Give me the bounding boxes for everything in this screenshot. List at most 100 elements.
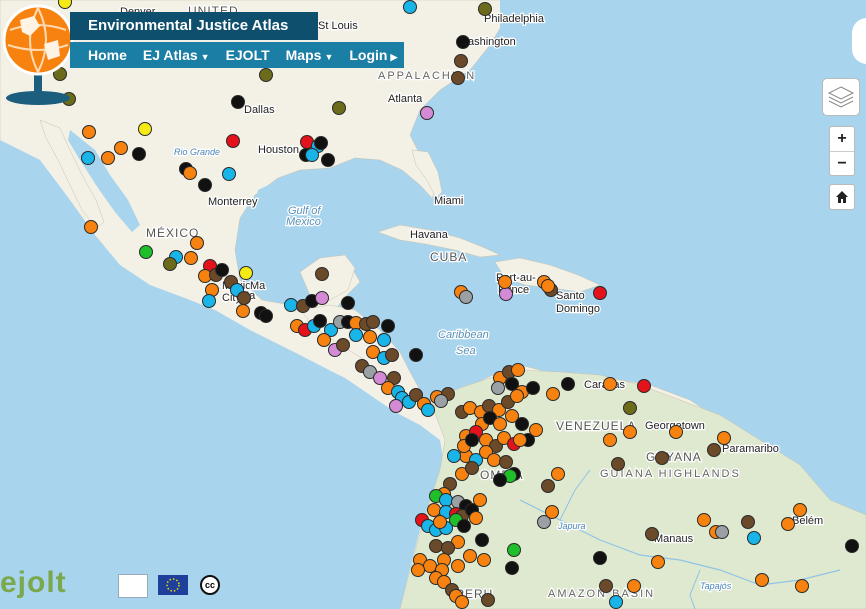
nav-ejolt[interactable]: EJOLT — [218, 47, 278, 63]
conflict-marker[interactable] — [545, 505, 559, 519]
conflict-marker[interactable] — [741, 515, 755, 529]
conflict-marker[interactable] — [313, 314, 327, 328]
conflict-marker[interactable] — [507, 543, 521, 557]
conflict-marker[interactable] — [237, 291, 251, 305]
conflict-marker[interactable] — [510, 389, 524, 403]
conflict-marker[interactable] — [403, 0, 417, 14]
map[interactable]: UNITEDDenverSt LouisPhiladelphiaWashingt… — [0, 0, 866, 609]
conflict-marker[interactable] — [697, 513, 711, 527]
conflict-marker[interactable] — [651, 555, 665, 569]
conflict-marker[interactable] — [114, 141, 128, 155]
conflict-marker[interactable] — [198, 178, 212, 192]
conflict-marker[interactable] — [469, 511, 483, 525]
conflict-marker[interactable] — [202, 294, 216, 308]
conflict-marker[interactable] — [451, 559, 465, 573]
conflict-marker[interactable] — [259, 309, 273, 323]
conflict-marker[interactable] — [465, 433, 479, 447]
conflict-marker[interactable] — [793, 503, 807, 517]
conflict-marker[interactable] — [284, 298, 298, 312]
conflict-marker[interactable] — [84, 220, 98, 234]
conflict-marker[interactable] — [669, 425, 683, 439]
conflict-marker[interactable] — [366, 315, 380, 329]
conflict-marker[interactable] — [82, 125, 96, 139]
conflict-marker[interactable] — [463, 549, 477, 563]
home-button[interactable] — [829, 184, 855, 210]
conflict-marker[interactable] — [611, 457, 625, 471]
conflict-marker[interactable] — [473, 493, 487, 507]
ej-atlas-logo[interactable] — [0, 0, 80, 108]
conflict-marker[interactable] — [459, 290, 473, 304]
conflict-marker[interactable] — [493, 417, 507, 431]
conflict-marker[interactable] — [81, 151, 95, 165]
conflict-marker[interactable] — [511, 363, 525, 377]
conflict-marker[interactable] — [593, 286, 607, 300]
conflict-marker[interactable] — [132, 147, 146, 161]
conflict-marker[interactable] — [429, 539, 443, 553]
conflict-marker[interactable] — [336, 338, 350, 352]
conflict-marker[interactable] — [747, 531, 761, 545]
conflict-marker[interactable] — [781, 517, 795, 531]
conflict-marker[interactable] — [465, 461, 479, 475]
conflict-marker[interactable] — [505, 561, 519, 575]
nav-ej-atlas[interactable]: EJ Atlas ▼ — [135, 47, 218, 63]
conflict-marker[interactable] — [163, 257, 177, 271]
conflict-marker[interactable] — [526, 381, 540, 395]
conflict-marker[interactable] — [420, 106, 434, 120]
conflict-marker[interactable] — [457, 519, 471, 533]
conflict-marker[interactable] — [637, 379, 651, 393]
conflict-marker[interactable] — [101, 151, 115, 165]
conflict-marker[interactable] — [433, 515, 447, 529]
conflict-marker[interactable] — [603, 433, 617, 447]
conflict-marker[interactable] — [655, 451, 669, 465]
conflict-marker[interactable] — [487, 453, 501, 467]
creative-commons-icon[interactable]: cc — [200, 575, 220, 595]
site-title[interactable]: Environmental Justice Atlas — [70, 12, 318, 40]
conflict-marker[interactable] — [305, 148, 319, 162]
side-panel-tab[interactable] — [852, 18, 866, 64]
conflict-marker[interactable] — [498, 275, 512, 289]
conflict-marker[interactable] — [349, 328, 363, 342]
conflict-marker[interactable] — [231, 95, 245, 109]
nav-login[interactable]: Login ▶ — [341, 47, 405, 63]
conflict-marker[interactable] — [454, 54, 468, 68]
conflict-marker[interactable] — [385, 348, 399, 362]
conflict-marker[interactable] — [236, 304, 250, 318]
conflict-marker[interactable] — [603, 377, 617, 391]
conflict-marker[interactable] — [321, 153, 335, 167]
conflict-marker[interactable] — [427, 503, 441, 517]
conflict-marker[interactable] — [795, 579, 809, 593]
conflict-marker[interactable] — [411, 563, 425, 577]
conflict-marker[interactable] — [183, 166, 197, 180]
conflict-marker[interactable] — [715, 525, 729, 539]
conflict-marker[interactable] — [315, 291, 329, 305]
conflict-marker[interactable] — [717, 431, 731, 445]
conflict-marker[interactable] — [447, 449, 461, 463]
conflict-marker[interactable] — [481, 593, 495, 607]
conflict-marker[interactable] — [423, 559, 437, 573]
conflict-marker[interactable] — [475, 533, 489, 547]
conflict-marker[interactable] — [755, 573, 769, 587]
conflict-marker[interactable] — [314, 136, 328, 150]
conflict-marker[interactable] — [409, 348, 423, 362]
conflict-marker[interactable] — [623, 425, 637, 439]
conflict-marker[interactable] — [551, 467, 565, 481]
conflict-marker[interactable] — [529, 423, 543, 437]
conflict-marker[interactable] — [441, 541, 455, 555]
nav-maps[interactable]: Maps ▼ — [278, 47, 342, 63]
conflict-marker[interactable] — [845, 539, 859, 553]
conflict-marker[interactable] — [222, 167, 236, 181]
conflict-marker[interactable] — [477, 553, 491, 567]
conflict-marker[interactable] — [239, 266, 253, 280]
conflict-marker[interactable] — [623, 401, 637, 415]
conflict-marker[interactable] — [139, 245, 153, 259]
conflict-marker[interactable] — [341, 296, 355, 310]
conflict-marker[interactable] — [259, 68, 273, 82]
fp7-logo[interactable] — [118, 574, 148, 598]
conflict-marker[interactable] — [593, 551, 607, 565]
conflict-marker[interactable] — [377, 333, 391, 347]
conflict-marker[interactable] — [493, 473, 507, 487]
conflict-marker[interactable] — [645, 527, 659, 541]
conflict-marker[interactable] — [599, 579, 613, 593]
conflict-marker[interactable] — [215, 263, 229, 277]
conflict-marker[interactable] — [561, 377, 575, 391]
